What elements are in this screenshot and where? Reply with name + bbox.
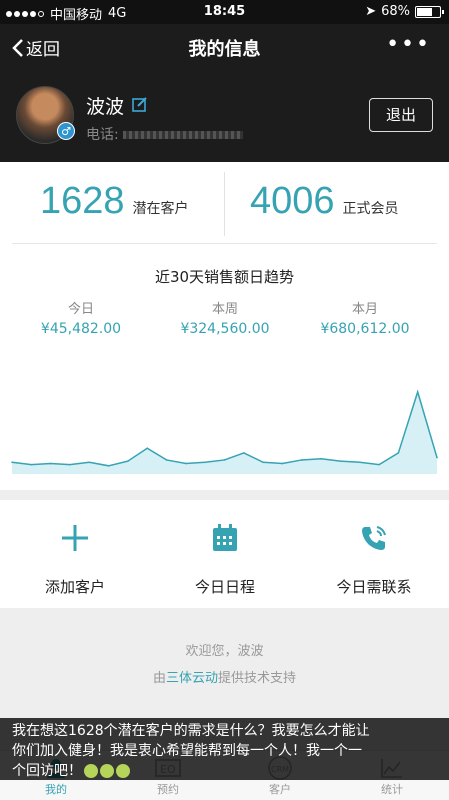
divider [12,243,437,244]
nav-bar: 返回 我的信息 ••• [0,24,449,70]
chart-point [300,459,303,461]
status-bar: 中国移动 4G 18:45 ➤ 68% [0,0,449,24]
chart-point [165,459,168,461]
support-text: 由三体云动提供技术支持 [0,667,449,686]
chart-point [243,452,245,454]
period-label: 本周 [211,302,238,317]
emoji-icon [84,764,98,778]
stat-label: 正式会员 [342,201,399,217]
phone-label: 电话: [86,127,119,143]
profile-header: ♂ 波波 电话: 退出 [0,70,449,162]
divider [224,172,225,236]
caption-overlay: 我在想这1628个潜在客户的需求是什么？我要怎么才能让 你们加入健身！我是衷心希… [0,718,449,780]
chart-point [30,463,33,466]
tab-label: 预约 [157,783,179,796]
action-label: 今日日程 [194,578,255,596]
chart-point [127,460,129,462]
chart-title: 近30天销售额日趋势 [154,268,295,286]
caption-line-last: 个回访吧！ [12,761,437,781]
stats-panel: 1628 潜在客户 4006 正式会员 [0,162,449,252]
chart-line [11,389,438,467]
today-contact-button[interactable]: 今日需联系 [299,518,449,597]
period-value: ¥45,482.00 [40,321,122,337]
support-suffix: 提供技术支持 [218,671,297,686]
stat-members[interactable]: 4006 正式会员 [250,180,399,223]
caption-line: 个回访吧！ [12,763,82,779]
welcome-text: 欢迎您，波波 [185,644,264,659]
chart-point [358,461,361,464]
emoji-icon [100,764,114,778]
stat-value: 4006 [250,180,335,222]
stat-label: 潜在客户 [132,201,189,217]
chart-point [49,462,52,465]
stat-potential-customers[interactable]: 1628 潜在客户 [40,180,189,223]
period-label: 今日 [67,302,94,317]
chart-point [339,460,342,462]
chart-point [436,456,438,459]
user-name: 波波 [86,96,125,118]
period-week: 本周 ¥324,560.00 [150,298,300,337]
more-button[interactable]: ••• [386,32,431,57]
chart-point [69,463,71,466]
quick-actions: 添加客户 今日日程 今日需联系 [0,500,449,608]
chart-point [262,461,264,464]
brand-link[interactable]: 三体云动 [166,671,218,686]
chart-point [185,462,187,465]
chart-point [107,465,110,467]
chart-point [397,452,400,454]
chart-point [88,461,91,464]
edit-icon[interactable] [132,96,148,116]
calendar-icon [150,518,300,558]
male-icon: ♂ [57,122,75,140]
plus-icon [0,518,150,558]
footer: 欢迎您，波波 由三体云动提供技术支持 [0,640,449,686]
phone-masked [123,131,244,139]
battery-icon [415,5,444,18]
chart-point [204,461,206,464]
add-customer-button[interactable]: 添加客户 [0,518,150,597]
action-label: 添加客户 [44,578,105,596]
sales-trend-card: 近30天销售额日趋势 今日 ¥45,482.00 本周 ¥324,560.00 … [0,252,449,490]
period-label: 本月 [351,302,378,317]
trend-chart [11,389,438,474]
location-icon: ➤ [365,4,377,19]
caption-line: 我在想这1628个潜在客户的需求是什么？我要怎么才能让 [12,723,370,739]
period-month: 本月 ¥680,612.00 [290,298,440,337]
chart-point [378,463,380,466]
period-today: 今日 ¥45,482.00 [6,298,156,337]
chart-point [11,461,13,464]
period-value: ¥324,560.00 [180,321,270,337]
battery-percent: 68% [381,4,410,19]
action-label: 今日需联系 [336,578,412,596]
page-title: 我的信息 [188,39,261,60]
chart-point [320,457,322,460]
chart-point [146,447,149,450]
stat-value: 1628 [40,180,125,222]
period-value: ¥680,612.00 [320,321,410,337]
tab-label: 我的 [45,783,67,796]
chart-point [281,462,284,465]
logout-button[interactable]: 退出 [369,98,433,132]
chart-point [416,391,419,393]
phone-icon [299,518,449,558]
phone-row: 电话: [86,124,244,144]
today-schedule-button[interactable]: 今日日程 [150,518,300,597]
caption-line: 你们加入健身！我是衷心希望能帮到每一个人！我一个一 [12,743,362,759]
chart-area [12,392,437,474]
chart-point [223,459,226,461]
tab-label: 统计 [381,783,403,796]
support-prefix: 由 [152,671,166,686]
tab-label: 客户 [269,783,291,796]
emoji-icon [116,764,130,778]
